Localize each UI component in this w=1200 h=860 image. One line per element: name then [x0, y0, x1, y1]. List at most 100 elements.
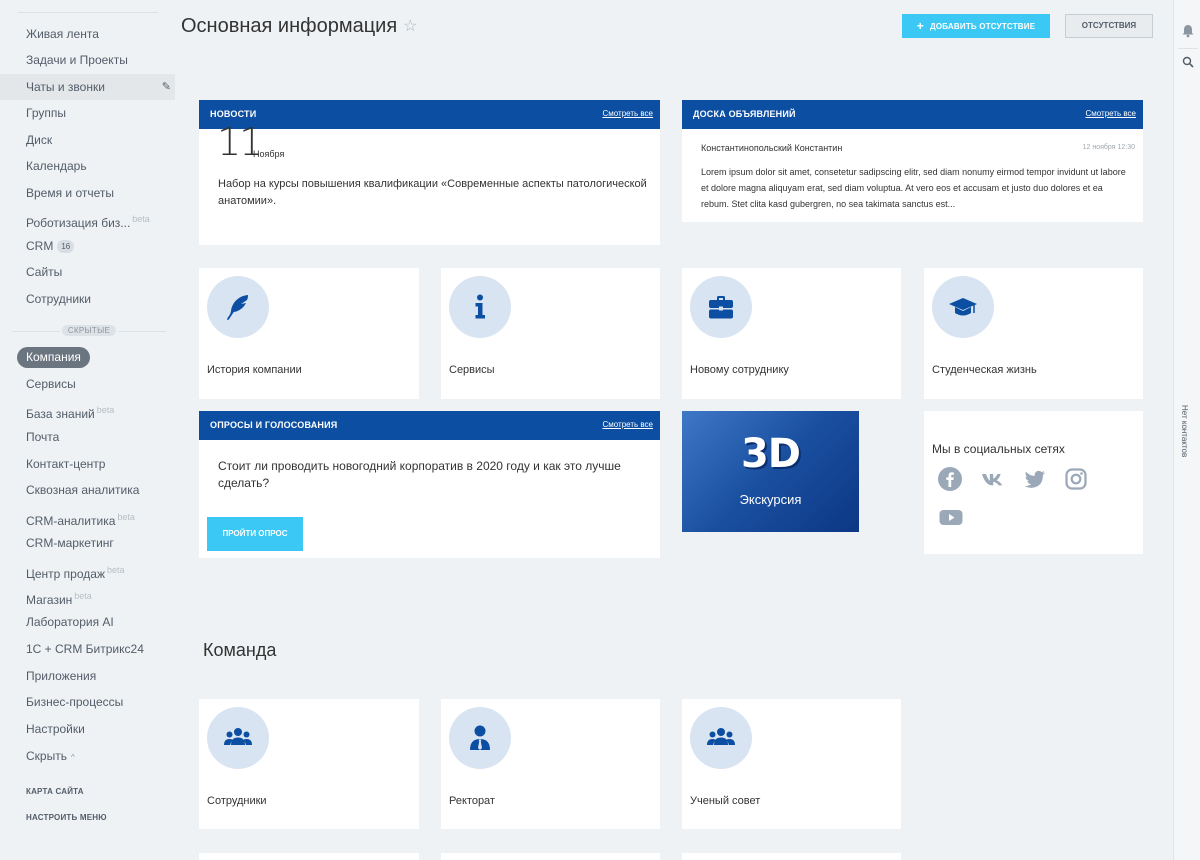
page-title: Основная информация — [181, 14, 398, 37]
sidebar-item-ai-lab[interactable]: Лаборатория AI — [0, 609, 175, 635]
announcement-item[interactable]: Константинопольский Константин 12 ноября… — [682, 129, 1143, 222]
sidebar-item-services[interactable]: Сервисы — [0, 371, 175, 397]
polls-panel: ОПРОСЫ И ГОЛОСОВАНИЯ Смотреть все Стоит … — [199, 411, 660, 558]
no-contacts-label: Нет контактов — [1180, 405, 1189, 458]
beta-badge: beta — [117, 512, 135, 522]
sidebar-item-chats[interactable]: Чаты и звонки ✎ — [0, 74, 175, 100]
sidebar-item-groups[interactable]: Группы — [0, 100, 175, 126]
sidebar-item-crm-analytics[interactable]: CRM-аналитика beta — [0, 504, 175, 530]
sidebar-item-robotization[interactable]: Роботизация биз... beta — [0, 206, 175, 232]
beta-badge: beta — [96, 405, 115, 415]
sidebar-item-sites[interactable]: Сайты — [0, 259, 175, 285]
3d-tour-subtitle: Экскурсия — [739, 492, 802, 507]
announcements-see-all-link[interactable]: Смотреть все — [1085, 100, 1136, 128]
tile-icon-circle — [207, 707, 269, 769]
tile-icon-circle — [690, 707, 752, 769]
sidebar-item-label: Диск — [26, 133, 53, 147]
take-poll-button[interactable]: ПРОЙТИ ОПРОС — [207, 517, 303, 551]
sidebar-item-label: Приложения — [26, 669, 97, 683]
add-absence-label: ДОБАВИТЬ ОТСУТСТВИЕ — [929, 22, 1036, 31]
beta-badge: beta — [74, 591, 92, 601]
announcement-author: Константинопольский Константин — [701, 143, 843, 153]
sidebar-item-calendar[interactable]: Календарь — [0, 153, 175, 179]
news-text[interactable]: Набор на курсы повышения квалификации «С… — [218, 176, 648, 210]
configure-menu-link[interactable]: НАСТРОИТЬ МЕНЮ — [26, 813, 107, 822]
tile-next-row[interactable] — [441, 853, 660, 860]
announcements-panel-title: ДОСКА ОБЪЯВЛЕНИЙ — [693, 109, 796, 119]
hidden-label: СКРЫТЫЕ — [61, 325, 117, 336]
twitter-icon[interactable] — [1022, 466, 1048, 492]
tile-next-row[interactable] — [682, 853, 901, 860]
sidebar-item-contact-center[interactable]: Контакт-центр — [0, 451, 175, 477]
sidebar-item-business-processes[interactable]: Бизнес-процессы — [0, 689, 175, 715]
sitemap-link[interactable]: КАРТА САЙТА — [26, 787, 84, 796]
sidebar-item-mail[interactable]: Почта — [0, 424, 175, 450]
left-sidebar: Живая лента Задачи и Проекты Чаты и звон… — [0, 0, 175, 860]
news-see-all-link[interactable]: Смотреть все — [602, 100, 653, 128]
sidebar-item-time-reports[interactable]: Время и отчеты — [0, 180, 175, 206]
sidebar-item-settings[interactable]: Настройки — [0, 716, 175, 742]
star-icon[interactable]: ☆ — [403, 16, 417, 36]
tile-label: Ректорат — [449, 795, 495, 807]
tile-student-life[interactable]: Студенческая жизнь — [924, 268, 1143, 399]
sidebar-item-employees[interactable]: Сотрудники — [0, 286, 175, 312]
sidebar-item-label: Бизнес-процессы — [26, 695, 124, 709]
right-contacts-panel: Нет контактов — [1173, 0, 1200, 860]
announcements-panel-header: ДОСКА ОБЪЯВЛЕНИЙ Смотреть все — [682, 100, 1143, 129]
tile-team-academic-council[interactable]: Ученый совет — [682, 699, 901, 829]
bell-icon[interactable] — [1181, 24, 1195, 38]
polls-see-all-link[interactable]: Смотреть все — [602, 411, 653, 439]
sidebar-item-label: Сервисы — [26, 377, 76, 391]
sidebar-item-sales-center[interactable]: Центр продаж beta — [0, 557, 175, 583]
3d-tour-banner[interactable]: 3D Экскурсия — [682, 411, 859, 532]
sidebar-item-company-active[interactable]: Компания — [17, 347, 90, 368]
sidebar-item-knowledge-base[interactable]: База знаний beta — [0, 397, 175, 423]
tile-company-history[interactable]: История компании — [199, 268, 419, 399]
group-icon — [224, 728, 252, 745]
sidebar-item-1c-crm[interactable]: 1С + CRM Битрикс24 — [0, 636, 175, 662]
sidebar-item-label: Магазин — [26, 593, 73, 607]
absences-button[interactable]: ОТСУТСТВИЯ — [1065, 14, 1153, 38]
announcement-text: Lorem ipsum dolor sit amet, consetetur s… — [701, 167, 1126, 209]
sidebar-item-label: Сквозная аналитика — [26, 483, 140, 497]
instagram-icon[interactable] — [1063, 466, 1089, 492]
sidebar-item-crm[interactable]: CRM 16 — [0, 233, 175, 259]
sidebar-item-crm-marketing[interactable]: CRM-маркетинг — [0, 530, 175, 556]
sidebar-item-label: Группы — [26, 106, 66, 120]
tile-icon-circle — [207, 276, 269, 338]
tile-services[interactable]: Сервисы — [441, 268, 660, 399]
poll-question: Стоит ли проводить новогодний корпоратив… — [218, 459, 621, 490]
polls-panel-header: ОПРОСЫ И ГОЛОСОВАНИЯ Смотреть все — [199, 411, 660, 440]
pencil-icon[interactable]: ✎ — [162, 74, 171, 100]
3d-tour-title: 3D — [740, 431, 801, 477]
sidebar-item-label: CRM-маркетинг — [26, 536, 114, 550]
search-icon[interactable] — [1182, 56, 1194, 68]
news-panel-header: НОВОСТИ Смотреть все — [199, 100, 660, 129]
group-icon — [707, 728, 735, 745]
tile-label: Сотрудники — [207, 795, 267, 807]
youtube-icon[interactable] — [938, 504, 964, 530]
facebook-icon[interactable] — [937, 466, 963, 492]
sidebar-item-tasks[interactable]: Задачи и Проекты — [0, 47, 175, 73]
page-header: Основная информация ☆ — [181, 12, 418, 40]
graduation-cap-icon — [949, 298, 977, 316]
sidebar-item-feed[interactable]: Живая лента — [0, 21, 175, 47]
sidebar-item-label: Почта — [26, 430, 60, 444]
tile-team-rectorate[interactable]: Ректорат — [441, 699, 660, 829]
sidebar-item-hide[interactable]: Скрыть ^ — [0, 743, 175, 769]
vk-icon[interactable] — [980, 466, 1006, 492]
add-absence-button[interactable]: + ДОБАВИТЬ ОТСУТСТВИЕ — [902, 14, 1050, 38]
sidebar-item-label: Сотрудники — [26, 292, 91, 306]
sidebar-item-disk[interactable]: Диск — [0, 127, 175, 153]
tile-next-row[interactable] — [199, 853, 419, 860]
tile-icon-circle — [449, 276, 511, 338]
tile-new-employee[interactable]: Новому сотруднику — [682, 268, 901, 399]
tile-icon-circle — [690, 276, 752, 338]
tile-label: История компании — [207, 364, 302, 376]
tile-label: Студенческая жизнь — [932, 364, 1037, 376]
sidebar-item-shop[interactable]: Магазин beta — [0, 583, 175, 609]
sidebar-item-apps[interactable]: Приложения — [0, 663, 175, 689]
sidebar-item-end-to-end-analytics[interactable]: Сквозная аналитика — [0, 477, 175, 503]
tile-team-employees[interactable]: Сотрудники — [199, 699, 419, 829]
hidden-items-separator: СКРЫТЫЕ — [12, 324, 166, 338]
